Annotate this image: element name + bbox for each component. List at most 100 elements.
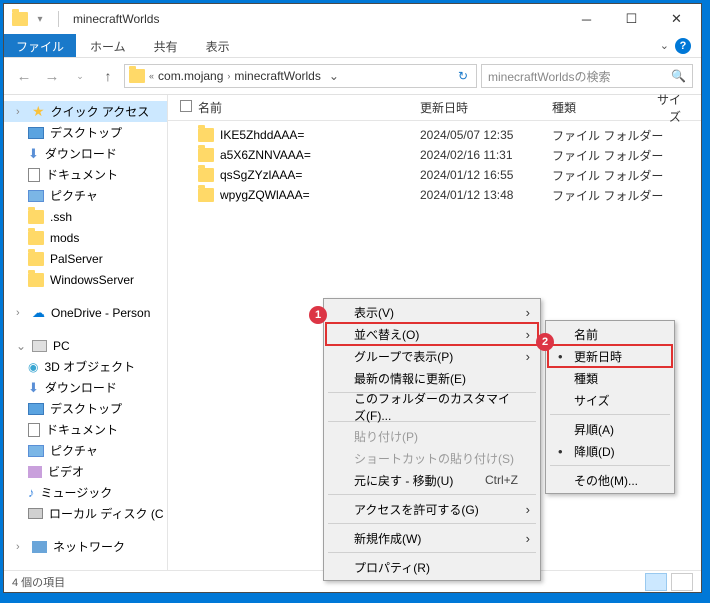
document-icon bbox=[28, 423, 40, 437]
download-icon: ⬇ bbox=[28, 146, 39, 162]
window-title: minecraftWorlds bbox=[69, 12, 159, 26]
ctx-refresh[interactable]: 最新の情報に更新(E) bbox=[326, 367, 538, 389]
sidebar-quick-access[interactable]: ★クイック アクセス bbox=[4, 101, 167, 122]
file-row[interactable]: qsSgZYzlAAA=2024/01/12 16:55ファイル フォルダー bbox=[168, 165, 701, 185]
item-count: 4 個の項目 bbox=[12, 574, 65, 590]
ctx-sort-other[interactable]: その他(M)... bbox=[548, 469, 672, 491]
folder-icon bbox=[28, 231, 44, 245]
file-name: qsSgZYzlAAA= bbox=[220, 168, 302, 182]
nav-up-button[interactable]: ↑ bbox=[96, 64, 120, 88]
sidebar-item-pictures[interactable]: ピクチャ bbox=[4, 185, 167, 206]
nav-history-button[interactable]: ⌄ bbox=[68, 64, 92, 88]
folder-icon bbox=[28, 210, 44, 224]
ctx-sort-date[interactable]: 更新日時 bbox=[548, 345, 672, 367]
file-name: wpygZQWlAAA= bbox=[220, 188, 310, 202]
file-date: 2024/01/12 13:48 bbox=[420, 188, 552, 202]
search-icon: 🔍 bbox=[671, 69, 686, 83]
3d-icon: ◉ bbox=[28, 360, 38, 374]
ctx-sort-type[interactable]: 種類 bbox=[548, 367, 672, 389]
sidebar-item-winserver[interactable]: WindowsServer bbox=[4, 269, 167, 290]
ctx-sort-name[interactable]: 名前 bbox=[548, 323, 672, 345]
nav-back-button[interactable]: ← bbox=[12, 64, 36, 88]
column-type[interactable]: 種類 bbox=[552, 99, 652, 116]
sidebar-item-pictures[interactable]: ピクチャ bbox=[4, 440, 167, 461]
sidebar-item-palserver[interactable]: PalServer bbox=[4, 248, 167, 269]
column-name[interactable]: 名前 bbox=[198, 99, 420, 116]
breadcrumb[interactable]: com.mojang bbox=[158, 69, 223, 83]
breadcrumb[interactable]: minecraftWorlds bbox=[234, 69, 320, 83]
qat-item[interactable]: ▾ bbox=[32, 11, 48, 27]
file-row[interactable]: a5X6ZNNVAAA=2024/02/16 11:31ファイル フォルダー bbox=[168, 145, 701, 165]
folder-icon bbox=[198, 148, 214, 162]
file-type: ファイル フォルダー bbox=[552, 127, 663, 144]
file-date: 2024/05/07 12:35 bbox=[420, 128, 552, 142]
sidebar-item-desktop[interactable]: デスクトップ bbox=[4, 398, 167, 419]
ribbon-collapse-icon[interactable]: ⌄ bbox=[660, 39, 669, 52]
details-view-button[interactable] bbox=[645, 573, 667, 591]
video-icon bbox=[28, 466, 42, 478]
search-input[interactable]: minecraftWorldsの検索 🔍 bbox=[481, 64, 693, 88]
document-icon bbox=[28, 168, 40, 182]
music-icon: ♪ bbox=[28, 485, 35, 500]
sidebar-item-mods[interactable]: mods bbox=[4, 227, 167, 248]
picture-icon bbox=[28, 445, 44, 457]
ctx-customize[interactable]: このフォルダーのカスタマイズ(F)... bbox=[326, 396, 538, 418]
view-tab[interactable]: 表示 bbox=[192, 34, 244, 57]
maximize-button[interactable]: ☐ bbox=[609, 4, 654, 34]
icons-view-button[interactable] bbox=[671, 573, 693, 591]
address-dropdown-icon[interactable]: ⌄ bbox=[325, 69, 343, 83]
ctx-paste: 貼り付け(P) bbox=[326, 425, 538, 447]
sidebar-pc[interactable]: PC bbox=[4, 335, 167, 356]
column-date[interactable]: 更新日時 bbox=[420, 99, 552, 116]
ctx-new[interactable]: 新規作成(W) bbox=[326, 527, 538, 549]
file-date: 2024/02/16 11:31 bbox=[420, 148, 552, 162]
ctx-group[interactable]: グループで表示(P) bbox=[326, 345, 538, 367]
help-icon[interactable]: ? bbox=[675, 38, 691, 54]
address-bar-row: ← → ⌄ ↑ « com.mojang › minecraftWorlds ⌄… bbox=[4, 58, 701, 94]
network-icon bbox=[32, 541, 47, 553]
file-row[interactable]: IKE5ZhddAAA=2024/05/07 12:35ファイル フォルダー bbox=[168, 125, 701, 145]
sidebar-item-downloads[interactable]: ⬇ダウンロード bbox=[4, 143, 167, 164]
ctx-view[interactable]: 表示(V) bbox=[326, 301, 538, 323]
sidebar-item-music[interactable]: ♪ミュージック bbox=[4, 482, 167, 503]
share-tab[interactable]: 共有 bbox=[140, 34, 192, 57]
refresh-icon[interactable]: ↻ bbox=[454, 69, 472, 83]
close-button[interactable]: ✕ bbox=[654, 4, 699, 34]
ctx-undo[interactable]: 元に戻す - 移動(U)Ctrl+Z bbox=[326, 469, 538, 491]
sidebar-onedrive[interactable]: ☁OneDrive - Person bbox=[4, 302, 167, 323]
sidebar-item-desktop[interactable]: デスクトップ bbox=[4, 122, 167, 143]
app-icon bbox=[12, 12, 28, 26]
ctx-sort-desc[interactable]: 降順(D) bbox=[548, 440, 672, 462]
ctx-properties[interactable]: プロパティ(R) bbox=[326, 556, 538, 578]
sidebar-item-downloads[interactable]: ⬇ダウンロード bbox=[4, 377, 167, 398]
file-row[interactable]: wpygZQWlAAA=2024/01/12 13:48ファイル フォルダー bbox=[168, 185, 701, 205]
context-menu-sort: 名前 更新日時 種類 サイズ 昇順(A) 降順(D) その他(M)... bbox=[545, 320, 675, 494]
address-bar[interactable]: « com.mojang › minecraftWorlds ⌄ ↻ bbox=[124, 64, 477, 88]
sidebar-item-ssh[interactable]: .ssh bbox=[4, 206, 167, 227]
onedrive-icon: ☁ bbox=[32, 305, 45, 321]
ctx-sort-asc[interactable]: 昇順(A) bbox=[548, 418, 672, 440]
star-icon: ★ bbox=[32, 103, 45, 120]
nav-forward-button[interactable]: → bbox=[40, 64, 64, 88]
sidebar-item-3d[interactable]: ◉3D オブジェクト bbox=[4, 356, 167, 377]
desktop-icon bbox=[28, 403, 44, 415]
file-type: ファイル フォルダー bbox=[552, 167, 663, 184]
home-tab[interactable]: ホーム bbox=[76, 34, 140, 57]
disk-icon bbox=[28, 508, 43, 519]
sidebar-item-cdrive[interactable]: ローカル ディスク (C bbox=[4, 503, 167, 524]
select-all-checkbox[interactable] bbox=[180, 100, 192, 112]
navigation-pane: ★クイック アクセス デスクトップ ⬇ダウンロード ドキュメント ピクチャ .s… bbox=[4, 95, 168, 570]
sidebar-network[interactable]: ネットワーク bbox=[4, 536, 167, 557]
ctx-sort-size[interactable]: サイズ bbox=[548, 389, 672, 411]
ctx-access[interactable]: アクセスを許可する(G) bbox=[326, 498, 538, 520]
folder-icon bbox=[28, 273, 44, 287]
sidebar-item-documents[interactable]: ドキュメント bbox=[4, 419, 167, 440]
file-tab[interactable]: ファイル bbox=[4, 34, 76, 57]
column-size[interactable]: サイズ bbox=[652, 91, 701, 125]
ribbon-tabs: ファイル ホーム 共有 表示 ⌄ ? bbox=[4, 34, 701, 58]
sidebar-item-documents[interactable]: ドキュメント bbox=[4, 164, 167, 185]
folder-icon bbox=[198, 168, 214, 182]
minimize-button[interactable]: ─ bbox=[564, 4, 609, 34]
ctx-sort[interactable]: 並べ替え(O) bbox=[326, 323, 538, 345]
sidebar-item-videos[interactable]: ビデオ bbox=[4, 461, 167, 482]
